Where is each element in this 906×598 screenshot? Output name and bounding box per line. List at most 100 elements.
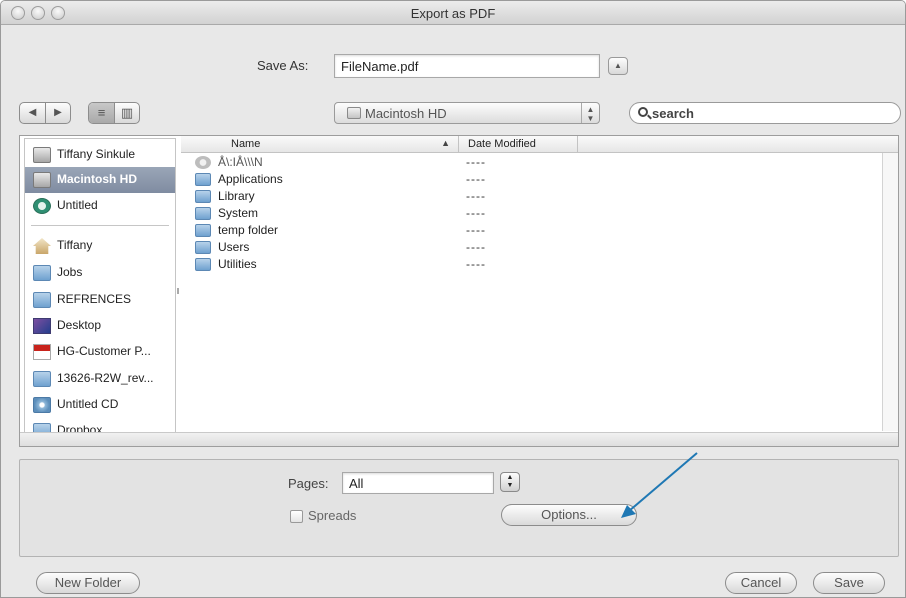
sidebar-item-untitled-cd[interactable]: Untitled CD [25,392,175,418]
column-header-name[interactable]: Name ▲ [181,136,459,153]
file-name: Utilities [218,257,257,271]
file-date: ---- [466,172,486,186]
sidebar-item-macintosh-hd[interactable]: Macintosh HD [25,167,175,193]
search-icon [638,107,648,117]
folder-icon [33,371,51,387]
file-name: Applications [218,172,283,186]
sidebar-item-tiffany-sinkule[interactable]: Tiffany Sinkule [25,142,175,168]
sidebar-item-label: 13626-R2W_rev... [57,371,154,385]
home-icon [33,238,51,254]
folder-icon [33,265,51,281]
sidebar-item-label: Tiffany [57,238,93,252]
hard-disk-icon [33,172,51,188]
hard-disk-icon [347,107,361,119]
sidebar-item-desktop[interactable]: Desktop [25,313,175,339]
users-folder-icon [195,241,211,254]
save-as-row: Save As: ▲ [1,54,905,80]
file-name: Å\:IÅ\\\N [218,155,263,169]
save-as-label: Save As: [257,58,309,73]
sidebar-item-jobs[interactable]: Jobs [25,260,175,286]
library-folder-icon [195,190,211,203]
time-machine-disk-icon [33,198,51,214]
browser-toolbar: ◀ ▶ ≡ ▥ Macintosh HD ▲ ▼ search [1,102,905,126]
save-button[interactable]: Save [813,572,885,594]
folder-icon [195,258,211,271]
disclosure-up-arrow-icon: ▲ [614,61,622,70]
back-arrow-icon[interactable]: ◀ [20,103,45,123]
table-row[interactable]: temp folder ---- [181,223,898,239]
pages-label: Pages: [288,476,329,491]
sidebar-item-label: Macintosh HD [57,172,138,186]
pdf-options-panel: Pages: ▲▼ Spreads Options... [19,459,899,557]
search-placeholder: search [652,106,694,121]
table-row[interactable]: Applications ---- [181,172,898,188]
folder-icon [33,292,51,308]
desktop-icon [33,318,51,334]
cancel-button[interactable]: Cancel [725,572,797,594]
column-header-date-modified[interactable]: Date Modified [460,136,578,153]
column-headers: Name ▲ Date Modified [181,136,898,153]
horizontal-scrollbar[interactable] [20,432,898,446]
export-pdf-dialog: Export as PDF Save As: ▲ ◀ ▶ ≡ ▥ Macinto… [0,0,906,598]
column-view-icon[interactable]: ▥ [114,103,139,123]
search-field[interactable]: search [629,102,901,124]
file-name: Users [218,240,250,254]
file-date: ---- [466,189,486,203]
expand-dialog-button[interactable]: ▲ [608,57,628,75]
column-header-label: Name [231,138,261,150]
sidebar-item-label: HG-Customer P... [57,344,151,358]
sidebar-item-label: Untitled [57,198,98,212]
forward-arrow-icon[interactable]: ▶ [45,103,70,123]
sidebar-item-label: Tiffany Sinkule [57,147,136,161]
pages-popup-arrows-icon[interactable]: ▲ ▼ [500,472,520,492]
title-bar[interactable]: Export as PDF [1,1,905,25]
new-folder-button[interactable]: New Folder [36,572,140,594]
back-forward-control: ◀ ▶ [19,102,71,124]
table-row[interactable]: Library ---- [181,189,898,205]
cd-icon [33,397,51,413]
system-file-icon [195,156,211,169]
file-name: temp folder [218,223,279,237]
table-row[interactable]: Utilities ---- [181,257,898,273]
sidebar-item-label: Untitled CD [57,397,119,411]
sidebar-item-13626-r2w[interactable]: 13626-R2W_rev... [25,366,175,392]
filename-input[interactable] [334,54,600,78]
sidebar-item-tiffany[interactable]: Tiffany [25,233,175,259]
file-date: ---- [466,223,486,237]
pages-input[interactable] [342,472,494,494]
applications-folder-icon [195,173,211,186]
sidebar-item-label: Jobs [57,265,83,279]
sidebar: Tiffany Sinkule Macintosh HD Untitled Ti… [24,138,176,443]
sidebar-item-untitled[interactable]: Untitled [25,193,175,219]
folder-icon [195,224,211,237]
vertical-scrollbar[interactable] [882,153,898,431]
file-date: ---- [466,257,486,271]
file-date: ---- [466,206,486,220]
location-popup[interactable]: Macintosh HD ▲ ▼ [334,102,600,124]
hard-disk-icon [33,147,51,163]
file-date: ---- [466,155,486,169]
file-name: System [218,206,259,220]
view-mode-control: ≡ ▥ [88,102,140,124]
sort-ascending-icon: ▲ [441,138,450,148]
sidebar-item-label: Desktop [57,318,102,332]
file-date: ---- [466,240,486,254]
column-header-label: Date Modified [468,138,536,150]
spreads-label: Spreads [308,508,357,523]
table-row[interactable]: Å\:IÅ\\\N ---- [181,155,898,171]
table-row[interactable]: System ---- [181,206,898,222]
file-name: Library [218,189,255,203]
sidebar-splitter[interactable] [177,288,179,294]
table-row[interactable]: Users ---- [181,240,898,256]
spreads-checkbox[interactable] [290,510,303,523]
location-label: Macintosh HD [365,106,447,121]
system-folder-icon [195,207,211,220]
sidebar-item-label: REFRENCES [57,292,132,306]
sidebar-item-hg-customer[interactable]: HG-Customer P... [25,339,175,365]
sidebar-item-refrences[interactable]: REFRENCES [25,287,175,313]
window-title: Export as PDF [410,6,496,21]
list-view-icon[interactable]: ≡ [89,103,114,123]
annotation-arrow-icon [621,452,698,518]
file-list: Name ▲ Date Modified Å\:IÅ\\\N ---- Appl… [181,136,898,432]
popup-arrows-icon: ▲ ▼ [581,103,599,123]
